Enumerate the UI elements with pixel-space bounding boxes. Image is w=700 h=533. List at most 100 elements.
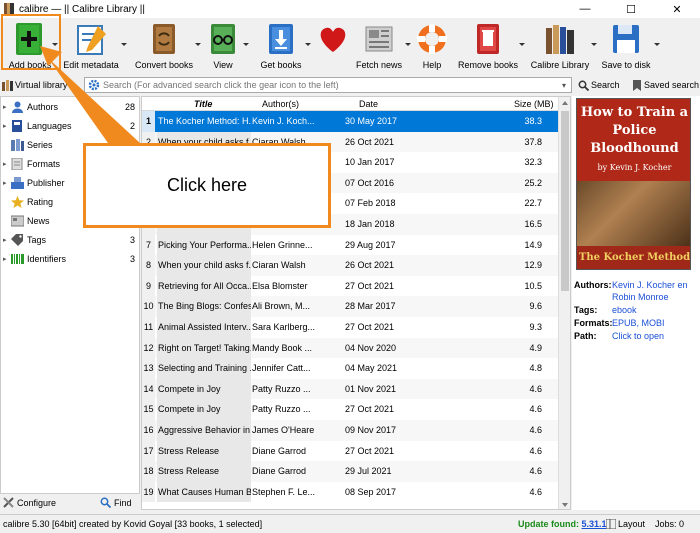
- tag-browser-item-authors[interactable]: ▸ Authors 28: [1, 98, 139, 116]
- fetch-news-button[interactable]: Fetch news: [356, 18, 402, 74]
- search-history-dropdown[interactable]: ▾: [557, 78, 571, 92]
- column-header-date[interactable]: Date: [359, 99, 378, 109]
- book-author-cell: Ali Brown, M...: [252, 301, 311, 312]
- book-row[interactable]: 7 Picking Your Performa... Helen Grinne...…: [142, 234, 560, 256]
- book-row[interactable]: 14 Compete in Joy Patty Ruzzo ... 01 Nov 20…: [142, 378, 560, 400]
- book-row[interactable]: 18 Stress Release Diane Garrod 29 Jul 2021 4…: [142, 461, 560, 482]
- path-link[interactable]: Click to open: [612, 331, 664, 341]
- search-box[interactable]: ▾: [84, 77, 572, 93]
- book-size-cell: 4.6: [529, 383, 542, 394]
- book-row[interactable]: 16 Aggressive Behavior in ... James O'Hear…: [142, 420, 560, 441]
- donate-heart-button[interactable]: [314, 18, 352, 74]
- saved-search-label: Saved search: [644, 80, 700, 90]
- calibre-library-button[interactable]: Calibre Library: [530, 18, 590, 74]
- row-number: 12: [142, 337, 155, 359]
- book-row[interactable]: 11 Animal Assisted Interv... Sara Karlberg…: [142, 317, 560, 338]
- scroll-down-arrow[interactable]: [562, 503, 568, 507]
- edit-metadata-label: Edit metadata: [63, 60, 119, 70]
- authors-link[interactable]: Kevin J. Kocher en: [612, 280, 688, 290]
- book-row[interactable]: 15 Compete in Joy Patty Ruzzo ... 27 Oct 20…: [142, 399, 560, 420]
- book-row[interactable]: 12 Right on Target! Taking... Mandy Book .…: [142, 337, 560, 359]
- get-books-dropdown-arrow[interactable]: [305, 43, 311, 46]
- view-button[interactable]: View: [204, 18, 242, 74]
- book-title-cell: Right on Target! Taking...: [157, 337, 251, 359]
- view-dropdown-arrow[interactable]: [243, 43, 249, 46]
- get-books-icon: [264, 22, 298, 56]
- book-row[interactable]: 1 The Kocher Method: H... Kevin J. Koch...…: [142, 111, 560, 132]
- search-input[interactable]: [103, 80, 557, 90]
- search-button[interactable]: Search: [578, 77, 620, 93]
- configure-button[interactable]: Configure: [3, 497, 56, 508]
- gear-icon[interactable]: [88, 79, 100, 91]
- cover-bottom-text: The Kocher Method: [578, 252, 691, 263]
- formats-link[interactable]: EPUB, MOBI: [612, 318, 665, 328]
- book-author-cell: Helen Grinne...: [252, 239, 313, 250]
- book-row[interactable]: 8 When your child asks f... Ciaran Walsh 26…: [142, 255, 560, 276]
- tag-browser-item-languages[interactable]: ▸ Languages 2: [1, 117, 139, 135]
- jobs-indicator[interactable]: Jobs: 0: [655, 519, 684, 529]
- close-button[interactable]: ✕: [654, 0, 700, 18]
- cover-title-line3: Bloodhound: [590, 141, 679, 156]
- search-bar-row: Virtual library ▾ Search Saved search: [0, 76, 700, 94]
- layout-button[interactable]: Layout: [606, 519, 645, 529]
- remove-books-button[interactable]: Remove books: [458, 18, 518, 74]
- tag-browser-item-identifiers[interactable]: ▸ Identifiers 3: [1, 250, 139, 268]
- book-row[interactable]: 9 Retrieving for All Occa... Elsa Blomster…: [142, 275, 560, 297]
- expand-arrow-icon[interactable]: ▸: [3, 160, 11, 168]
- edit-metadata-button[interactable]: Edit metadata: [62, 18, 120, 74]
- book-row[interactable]: 19 What Causes Human B... Stephen F. Le...…: [142, 481, 560, 503]
- book-size-cell: 4.6: [529, 425, 542, 435]
- book-cover[interactable]: How to Train a Police Bloodhound by Kevi…: [576, 98, 691, 270]
- tag-browser-item-tags[interactable]: ▸ Tags 3: [1, 231, 139, 249]
- minimize-button[interactable]: —: [562, 0, 608, 18]
- column-header-title[interactable]: Title: [194, 99, 212, 109]
- authors-link-2[interactable]: Robin Monroe: [612, 292, 669, 302]
- book-date-cell: 04 May 2021: [345, 363, 398, 374]
- scrollbar-thumb[interactable]: [561, 111, 569, 291]
- find-button[interactable]: Find: [100, 497, 132, 508]
- callout-text: Click here: [166, 175, 248, 195]
- convert-books-dropdown-arrow[interactable]: [195, 43, 201, 46]
- expand-arrow-icon[interactable]: ▸: [3, 255, 11, 263]
- convert-books-button[interactable]: Convert books: [134, 18, 194, 74]
- row-number: 8: [142, 255, 155, 276]
- edit-metadata-dropdown-arrow[interactable]: [121, 43, 127, 46]
- expand-arrow-icon[interactable]: ▸: [3, 236, 11, 244]
- tag-browser-footer: Configure Find: [0, 494, 140, 512]
- book-date-cell: 10 Jan 2017: [345, 157, 395, 168]
- book-row[interactable]: 17 Stress Release Diane Garrod 27 Oct 2021 4…: [142, 440, 560, 462]
- book-size-cell: 22.7: [524, 198, 542, 209]
- saved-search-button[interactable]: Saved search: [632, 77, 699, 93]
- help-button[interactable]: Help: [414, 18, 450, 74]
- expand-arrow-icon[interactable]: ▸: [3, 122, 11, 130]
- book-title-cell: Aggressive Behavior in ...: [157, 420, 251, 441]
- book-author-cell: Patty Ruzzo ...: [252, 404, 311, 415]
- vertical-scrollbar[interactable]: [558, 97, 570, 509]
- book-date-cell: 26 Oct 2021: [345, 260, 395, 271]
- column-header-size[interactable]: Size (MB): [514, 99, 554, 109]
- remove-books-dropdown-arrow[interactable]: [519, 43, 525, 46]
- book-author-cell: Elsa Blomster: [252, 280, 308, 291]
- expand-arrow-icon[interactable]: ▸: [3, 103, 11, 111]
- fetch-news-dropdown-arrow[interactable]: [405, 43, 411, 46]
- virtual-library-button[interactable]: Virtual library: [2, 77, 78, 93]
- scroll-up-arrow[interactable]: [562, 101, 568, 105]
- save-to-disk-button[interactable]: Save to disk: [600, 18, 652, 74]
- book-row[interactable]: 10 The Bing Blogs: Confes... Ali Brown, M.…: [142, 296, 560, 317]
- update-version-link[interactable]: 5.31.1: [582, 519, 607, 529]
- trash-book-icon: [471, 22, 505, 56]
- get-books-label: Get books: [260, 60, 302, 70]
- maximize-button[interactable]: ☐: [608, 0, 654, 18]
- tags-link[interactable]: ebook: [612, 305, 637, 315]
- save-to-disk-dropdown-arrow[interactable]: [654, 43, 660, 46]
- barcode-icon: [11, 254, 24, 264]
- get-books-button[interactable]: Get books: [258, 18, 304, 74]
- book-size-cell: 32.3: [524, 157, 542, 168]
- star-icon: [11, 196, 24, 208]
- column-header-authors[interactable]: Author(s): [262, 99, 299, 109]
- calibre-library-dropdown-arrow[interactable]: [591, 43, 597, 46]
- expand-arrow-icon[interactable]: ▸: [3, 179, 11, 187]
- row-number: 11: [142, 317, 155, 338]
- book-date-cell: 07 Oct 2016: [345, 177, 395, 188]
- book-row[interactable]: 13 Selecting and Training ... Jennifer Cat…: [142, 358, 560, 379]
